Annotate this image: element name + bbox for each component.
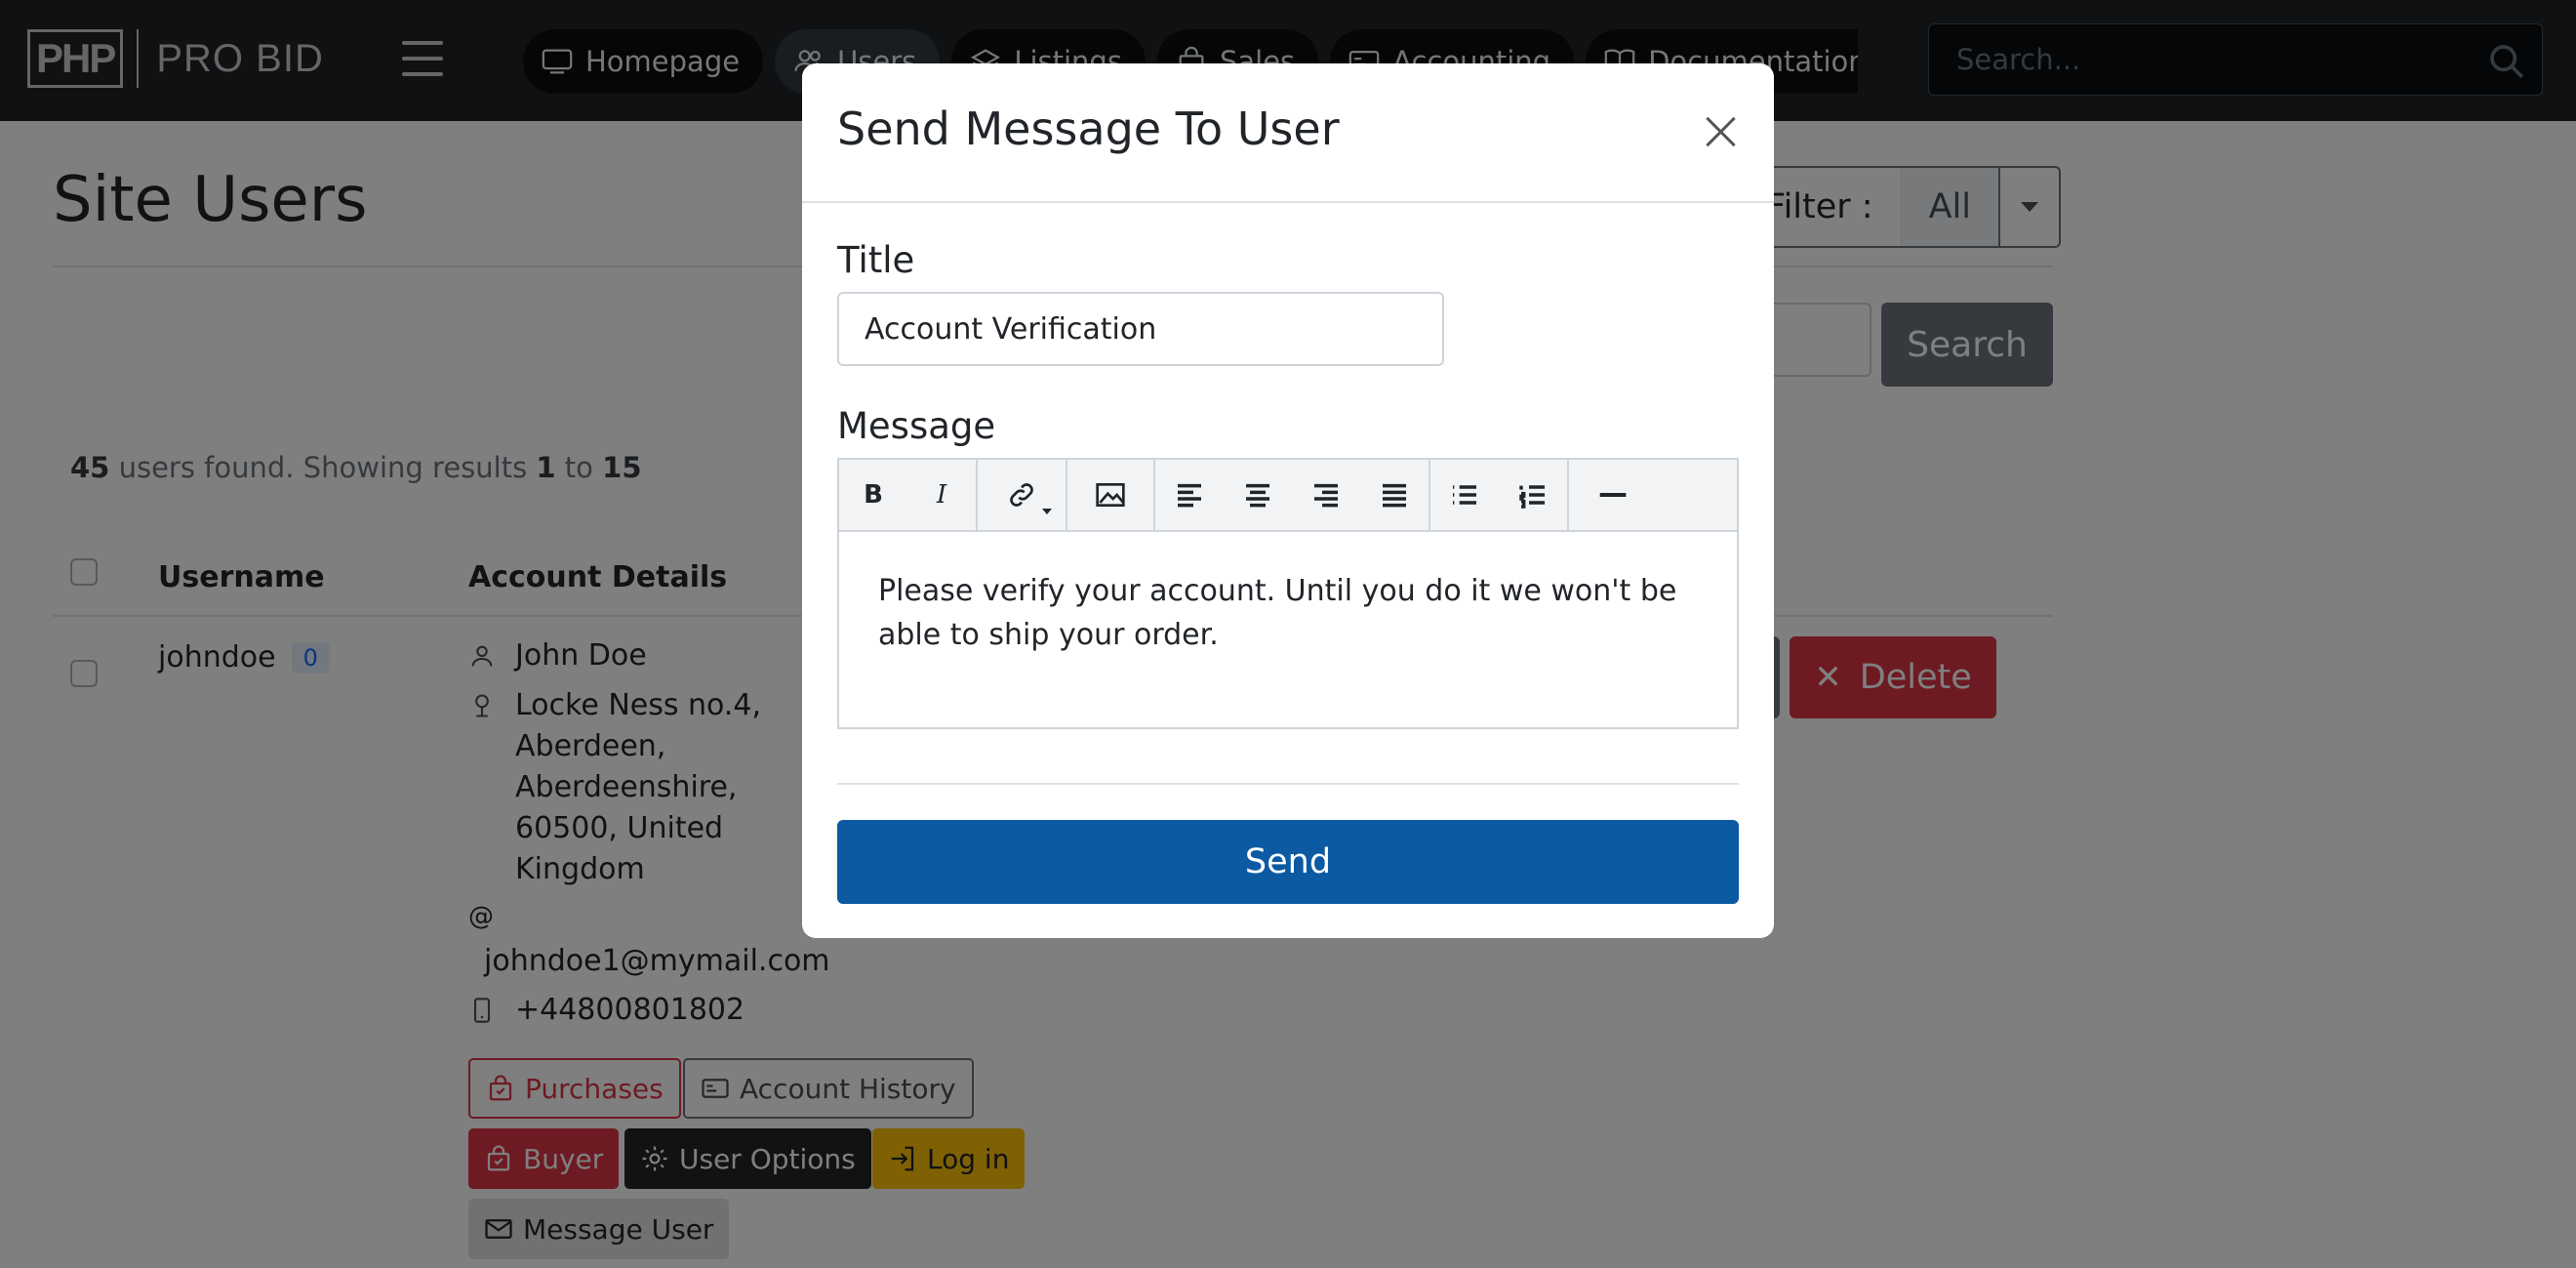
toolbar-group-lists xyxy=(1430,460,1569,530)
align-left-icon xyxy=(1178,483,1201,508)
toolbar-group-rule xyxy=(1569,460,1657,530)
link-button[interactable] xyxy=(978,460,1066,530)
align-center-icon xyxy=(1246,483,1269,508)
message-editor: B I Please verify your account. Until yo… xyxy=(837,458,1739,729)
bullet-list-button[interactable] xyxy=(1430,460,1499,530)
send-button[interactable]: Send xyxy=(837,820,1739,904)
send-message-modal: Send Message To User Title Message B I xyxy=(802,63,1774,938)
align-center-button[interactable] xyxy=(1224,460,1292,530)
close-icon[interactable] xyxy=(1696,106,1747,157)
link-icon xyxy=(1010,483,1033,507)
image-icon xyxy=(1096,483,1125,507)
align-justify-icon xyxy=(1383,483,1406,508)
modal-header-divider xyxy=(802,201,1774,203)
align-right-icon xyxy=(1314,483,1338,508)
align-left-button[interactable] xyxy=(1155,460,1224,530)
bold-button[interactable]: B xyxy=(839,460,907,530)
title-label: Title xyxy=(837,239,915,281)
align-right-button[interactable] xyxy=(1292,460,1360,530)
align-justify-button[interactable] xyxy=(1360,460,1429,530)
image-button[interactable] xyxy=(1066,460,1153,530)
modal-title: Send Message To User xyxy=(837,102,1340,155)
modal-footer-divider xyxy=(837,783,1739,785)
toolbar-group-align xyxy=(1155,460,1430,530)
numbered-list-icon xyxy=(1519,485,1545,509)
italic-button[interactable]: I xyxy=(907,460,976,530)
numbered-list-button[interactable] xyxy=(1499,460,1567,530)
toolbar-group-link xyxy=(978,460,1155,530)
bullet-list-icon xyxy=(1453,485,1476,505)
horizontal-rule-button[interactable] xyxy=(1569,460,1657,530)
message-label: Message xyxy=(837,405,996,447)
message-textarea[interactable]: Please verify your account. Until you do… xyxy=(878,569,1708,657)
horizontal-rule-icon xyxy=(1599,493,1627,497)
chevron-down-icon xyxy=(1042,509,1052,514)
toolbar-group-format: B I xyxy=(839,460,978,530)
editor-toolbar: B I xyxy=(839,460,1737,532)
title-input[interactable] xyxy=(837,292,1444,366)
